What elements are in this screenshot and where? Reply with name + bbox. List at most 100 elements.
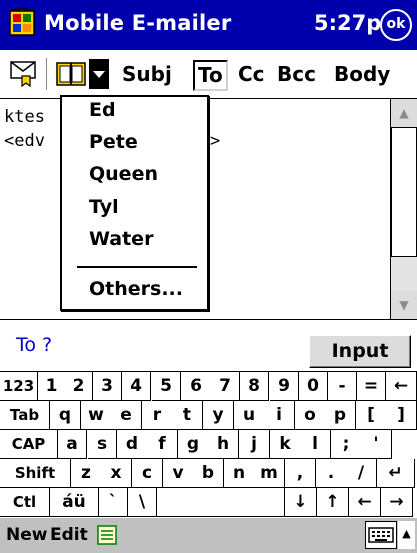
body-tab[interactable]: Body bbox=[334, 62, 390, 86]
ctrl-key[interactable]: Ctl bbox=[0, 488, 50, 517]
menu-item-others[interactable]: Others... bbox=[89, 278, 183, 300]
key-2[interactable]: 2 bbox=[65, 372, 93, 401]
key-h[interactable]: h bbox=[208, 430, 239, 459]
key-9[interactable]: 9 bbox=[270, 372, 299, 401]
key-i[interactable]: i bbox=[264, 401, 295, 430]
key-q[interactable]: q bbox=[50, 401, 81, 430]
key-x[interactable]: x bbox=[101, 459, 132, 488]
menu-item-pete[interactable]: Pete bbox=[89, 131, 138, 153]
key-g[interactable]: g bbox=[178, 430, 209, 459]
send-mail-icon[interactable] bbox=[8, 59, 40, 89]
key-6[interactable]: 6 bbox=[181, 372, 212, 401]
key-d[interactable]: d bbox=[117, 430, 148, 459]
key-b[interactable]: b bbox=[193, 459, 224, 488]
menu-item-water[interactable]: Water bbox=[89, 228, 153, 250]
key-4[interactable]: 4 bbox=[122, 372, 151, 401]
key-3[interactable]: 3 bbox=[93, 372, 122, 401]
key-p[interactable]: p bbox=[325, 401, 356, 430]
dropdown-arrow-icon[interactable] bbox=[89, 59, 109, 89]
ok-button[interactable]: ok bbox=[380, 9, 412, 41]
cc-tab[interactable]: Cc bbox=[238, 62, 265, 86]
keyboard-row-1: 123 1 2 3 4 5 6 7 8 9 0- = ← bbox=[0, 372, 417, 401]
clock[interactable]: 5:27p bbox=[314, 11, 381, 35]
soft-keyboard: 123 1 2 3 4 5 6 7 8 9 0- = ← Tab q w e r t y u i o p[] CAP a s d f… bbox=[0, 371, 417, 517]
key-w[interactable]: w bbox=[81, 401, 112, 430]
menu-item-ed[interactable]: Ed bbox=[89, 99, 116, 121]
right-arrow-key[interactable]: → bbox=[381, 488, 413, 517]
key-7[interactable]: 7 bbox=[211, 372, 240, 401]
keyboard-toggle-button[interactable] bbox=[365, 521, 397, 549]
key-f[interactable]: f bbox=[147, 430, 178, 459]
key-n[interactable]: n bbox=[224, 459, 255, 488]
mail-stack-icon[interactable] bbox=[95, 523, 121, 549]
caps-lock-key[interactable]: CAP bbox=[0, 430, 58, 459]
key-8[interactable]: 8 bbox=[240, 372, 269, 401]
right-bracket-key[interactable]: ] bbox=[386, 401, 417, 430]
input-method-button[interactable]: Input bbox=[309, 335, 411, 368]
menu-separator bbox=[77, 266, 197, 268]
menu-item-queen[interactable]: Queen bbox=[89, 163, 158, 185]
vertical-scrollbar[interactable]: ▲ ▼ bbox=[390, 99, 417, 319]
shift-key[interactable]: Shift bbox=[0, 459, 71, 488]
enter-key[interactable]: ↵ bbox=[377, 459, 415, 488]
keyboard-row-4: Shift z x c v b n m,. / ↵ bbox=[0, 459, 417, 488]
left-bracket-key[interactable]: [ bbox=[356, 401, 387, 430]
tab-key[interactable]: Tab bbox=[0, 401, 50, 430]
key-5[interactable]: 5 bbox=[152, 372, 181, 401]
keyboard-icon bbox=[368, 527, 394, 543]
command-bar: New Edit ▲ bbox=[0, 517, 417, 553]
period-key[interactable]: . bbox=[316, 459, 347, 488]
left-arrow-key[interactable]: ← bbox=[349, 488, 381, 517]
key-c[interactable]: c bbox=[132, 459, 163, 488]
key-1[interactable]: 1 bbox=[38, 372, 66, 401]
numeric-key[interactable]: 123 bbox=[0, 372, 38, 401]
subj-tab[interactable]: Subj bbox=[122, 62, 172, 86]
key-y[interactable]: y bbox=[203, 401, 234, 430]
key-o[interactable]: o bbox=[295, 401, 326, 430]
scroll-up-button[interactable]: ▲ bbox=[391, 99, 417, 127]
edit-menu[interactable]: Edit bbox=[50, 525, 88, 545]
scrollbar-thumb[interactable] bbox=[391, 127, 417, 257]
key-a[interactable]: a bbox=[58, 430, 87, 459]
new-menu[interactable]: New bbox=[6, 525, 47, 545]
editor-line-1: ktes bbox=[4, 107, 45, 127]
key-s[interactable]: s bbox=[88, 430, 117, 459]
menu-item-tyl[interactable]: Tyl bbox=[89, 196, 119, 218]
key-0[interactable]: 0 bbox=[299, 372, 328, 401]
title-bar: Mobile E-mailer 5:27p ok bbox=[0, 0, 417, 50]
key-z[interactable]: z bbox=[71, 459, 102, 488]
key-t[interactable]: t bbox=[172, 401, 203, 430]
equals-key[interactable]: = bbox=[357, 372, 386, 401]
editor-line-2-tail: > bbox=[210, 131, 221, 151]
accents-key[interactable]: áü bbox=[50, 488, 99, 517]
comma-key[interactable]: , bbox=[285, 459, 316, 488]
key-u[interactable]: u bbox=[234, 401, 265, 430]
slash-key[interactable]: / bbox=[346, 459, 377, 488]
to-tab[interactable]: To bbox=[193, 60, 228, 91]
key-r[interactable]: r bbox=[142, 401, 173, 430]
keyboard-row-3: CAP a s d f g h j k l; ' bbox=[0, 430, 417, 459]
backslash-key[interactable]: \ bbox=[128, 488, 157, 517]
scroll-down-button[interactable]: ▼ bbox=[391, 291, 417, 319]
key-l[interactable]: l bbox=[300, 430, 331, 459]
backspace-key[interactable]: ← bbox=[386, 372, 417, 401]
input-selector-arrow[interactable]: ▲ bbox=[398, 521, 415, 549]
key-m[interactable]: m bbox=[254, 459, 285, 488]
backtick-key[interactable]: ` bbox=[99, 488, 128, 517]
app-icon[interactable] bbox=[8, 8, 36, 38]
space-key[interactable] bbox=[157, 488, 285, 517]
bcc-tab[interactable]: Bcc bbox=[277, 62, 316, 86]
contacts-dropdown-menu: Ed Pete Queen Tyl Water Others... bbox=[60, 95, 209, 311]
key-v[interactable]: v bbox=[163, 459, 194, 488]
apostrophe-key[interactable]: ' bbox=[361, 430, 392, 459]
down-arrow-key[interactable]: ↓ bbox=[285, 488, 317, 517]
address-text: ktes <edv > bbox=[4, 105, 220, 153]
semicolon-key[interactable]: ; bbox=[331, 430, 362, 459]
address-book-icon[interactable] bbox=[55, 59, 87, 89]
minus-key[interactable]: - bbox=[328, 372, 357, 401]
key-k[interactable]: k bbox=[270, 430, 301, 459]
keyboard-row-2: Tab q w e r t y u i o p[] bbox=[0, 401, 417, 430]
key-j[interactable]: j bbox=[239, 430, 270, 459]
key-e[interactable]: e bbox=[111, 401, 142, 430]
up-arrow-key[interactable]: ↑ bbox=[317, 488, 349, 517]
